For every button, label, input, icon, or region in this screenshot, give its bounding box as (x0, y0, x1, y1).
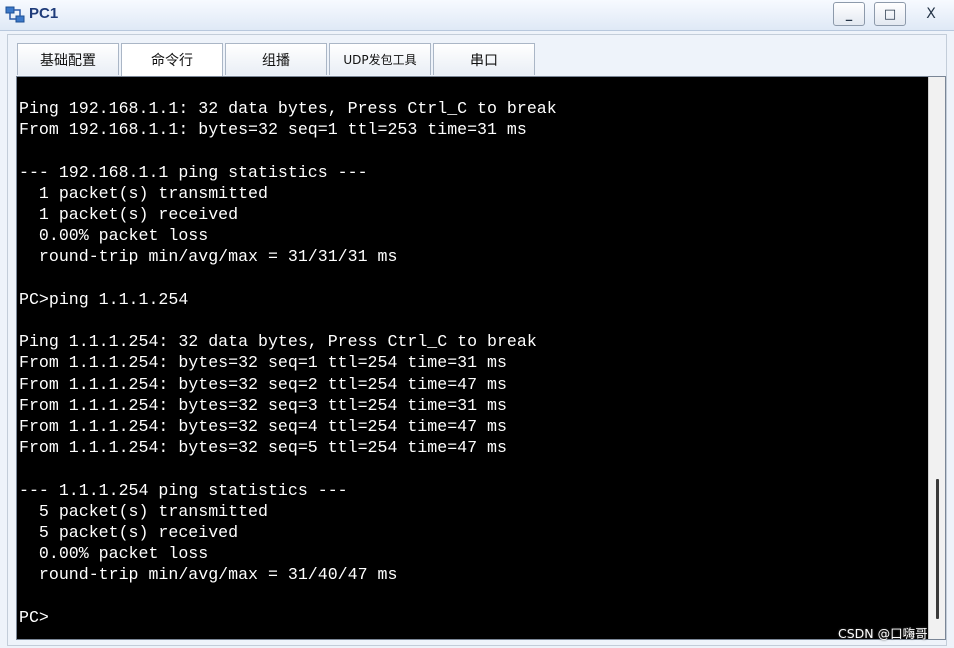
terminal-line: --- 192.168.1.1 ping statistics --- (19, 162, 368, 182)
terminal-line: round-trip min/avg/max = 31/31/31 ms (19, 247, 398, 267)
terminal-line: 0.00% packet loss (19, 544, 209, 564)
title-bar: PC1 _ □ X (0, 0, 954, 31)
terminal-line: PC>ping 1.1.1.254 (19, 289, 189, 309)
close-button[interactable]: X (915, 2, 947, 26)
terminal-line: From 1.1.1.254: bytes=32 seq=1 ttl=254 t… (19, 353, 507, 373)
vertical-scrollbar[interactable] (928, 77, 945, 639)
terminal-line: PC> (19, 607, 49, 627)
watermark: CSDN @口嗨哥 (838, 626, 928, 641)
terminal-output: Ping 192.168.1.1: 32 data bytes, Press C… (19, 98, 557, 628)
terminal-line: From 1.1.1.254: bytes=32 seq=3 ttl=254 t… (19, 395, 507, 415)
terminal-console[interactable]: Ping 192.168.1.1: 32 data bytes, Press C… (16, 76, 946, 640)
terminal-line: From 1.1.1.254: bytes=32 seq=2 ttl=254 t… (19, 374, 507, 394)
terminal-line: From 1.1.1.254: bytes=32 seq=4 ttl=254 t… (19, 417, 507, 437)
tab-basic-config[interactable]: 基础配置 (17, 43, 119, 75)
terminal-line: 0.00% packet loss (19, 226, 209, 246)
tab-multicast[interactable]: 组播 (225, 43, 327, 75)
scrollbar-thumb[interactable] (936, 479, 939, 619)
tab-command-line[interactable]: 命令行 (121, 43, 223, 76)
tab-udp-tool[interactable]: UDP发包工具 (329, 43, 431, 75)
minimize-button[interactable]: _ (833, 2, 865, 26)
terminal-line: 1 packet(s) received (19, 205, 239, 225)
window-title: PC1 (29, 5, 59, 22)
terminal-line: From 192.168.1.1: bytes=32 seq=1 ttl=253… (19, 120, 527, 140)
terminal-line: --- 1.1.1.254 ping statistics --- (19, 480, 348, 500)
terminal-line: Ping 192.168.1.1: 32 data bytes, Press C… (19, 99, 557, 118)
terminal-line: From 1.1.1.254: bytes=32 seq=5 ttl=254 t… (19, 438, 507, 458)
terminal-line: 5 packet(s) transmitted (19, 501, 268, 521)
tab-serial-port[interactable]: 串口 (433, 43, 535, 75)
maximize-button[interactable]: □ (874, 2, 906, 26)
network-pc-icon (5, 6, 25, 23)
terminal-line: 5 packet(s) received (19, 523, 239, 543)
terminal-line: 1 packet(s) transmitted (19, 183, 268, 203)
terminal-line: Ping 1.1.1.254: 32 data bytes, Press Ctr… (19, 332, 537, 352)
terminal-line: round-trip min/avg/max = 31/40/47 ms (19, 565, 398, 585)
